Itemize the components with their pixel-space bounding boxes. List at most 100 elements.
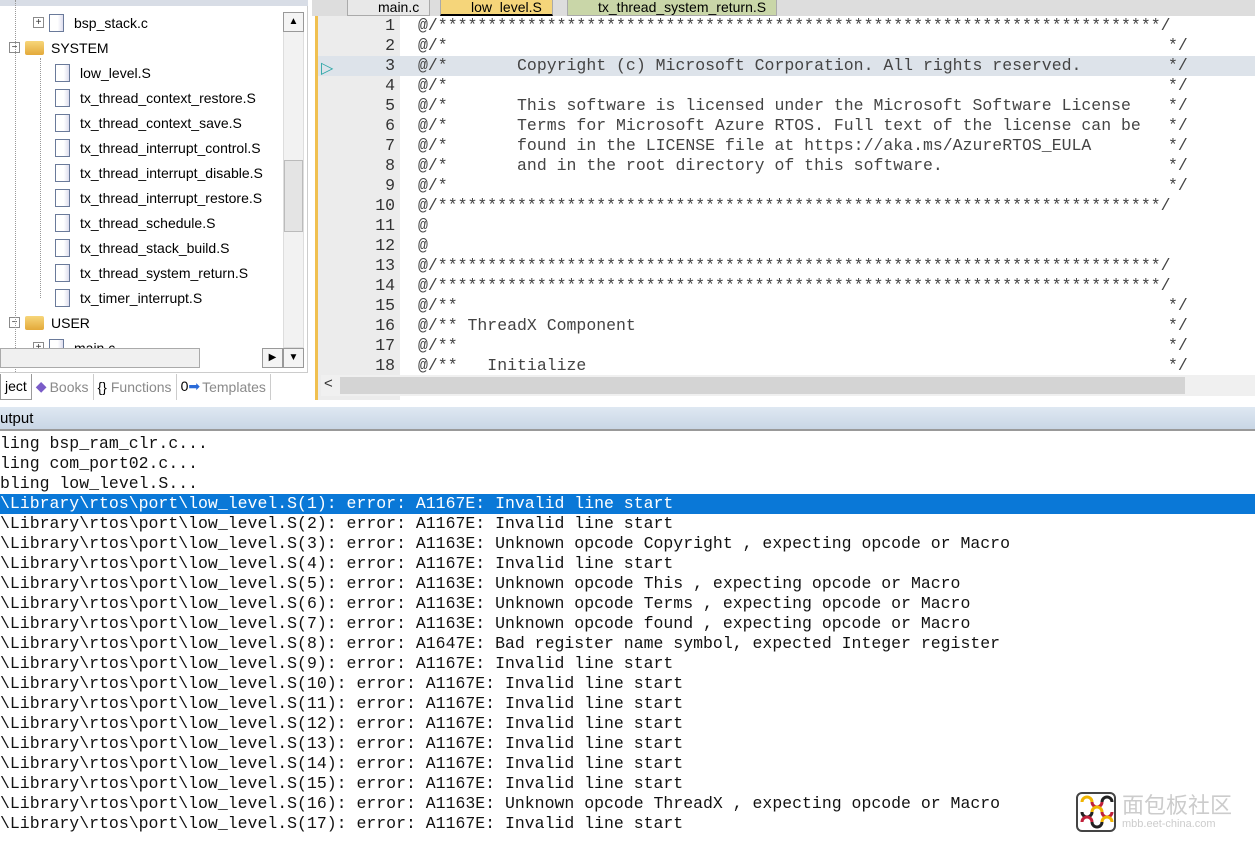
tab-main-c[interactable]: main.c [347, 0, 431, 16]
output-line[interactable]: \Library\rtos\port\low_level.S(3): error… [0, 534, 1255, 554]
output-line[interactable]: \Library\rtos\port\low_level.S(11): erro… [0, 694, 1255, 714]
books-icon: ◆ [35, 378, 47, 394]
output-line[interactable]: \Library\rtos\port\low_level.S(5): error… [0, 574, 1255, 594]
scroll-right-button[interactable]: ▶ [262, 348, 283, 368]
tree-item[interactable]: − USER [9, 310, 90, 335]
code-line[interactable]: 16 @/** ThreadX Component */ [318, 316, 1255, 336]
tree-item-label: tx_thread_system_return.S [80, 264, 249, 281]
tab-label: ject [5, 378, 27, 394]
comment-end: */ [1168, 156, 1188, 175]
code-line[interactable]: 6 @/* Terms for Microsoft Azure RTOS. Ful… [318, 116, 1255, 136]
comment-end: */ [1168, 96, 1188, 115]
output-line[interactable]: \Library\rtos\port\low_level.S(10): erro… [0, 674, 1255, 694]
editor-scroll-thumb[interactable] [340, 377, 1185, 394]
output-line[interactable]: \Library\rtos\port\low_level.S(6): error… [0, 594, 1255, 614]
file-icon [55, 213, 70, 232]
output-line[interactable]: \Library\rtos\port\low_level.S(8): error… [0, 634, 1255, 654]
templates-icon: 0➡ [180, 378, 201, 394]
tree-item-label: bsp_stack.c [74, 14, 148, 31]
output-line[interactable]: \Library\rtos\port\low_level.S(14): erro… [0, 754, 1255, 774]
tab-label: main.c [378, 0, 420, 15]
tree-horizontal-scrollbar[interactable] [0, 348, 200, 368]
tree-item[interactable]: tx_thread_context_restore.S [55, 85, 256, 110]
tree-item[interactable]: + bsp_stack.c [33, 10, 148, 35]
code-line[interactable]: 9 @/* */ [318, 176, 1255, 196]
tab-tx-thread-system-return-s[interactable]: tx_thread_system_return.S [567, 0, 778, 16]
scroll-up-button[interactable]: ▲ [283, 12, 304, 32]
code-text: @/* [418, 76, 448, 95]
tree-item-label: tx_timer_interrupt.S [80, 289, 203, 306]
comment-end: */ [1168, 356, 1188, 375]
code-line[interactable]: 10 @/************************************… [318, 196, 1255, 216]
tree-scroll-thumb[interactable] [284, 160, 303, 232]
output-line[interactable]: \Library\rtos\port\low_level.S(2): error… [0, 514, 1255, 534]
code-line[interactable]: 15 @/** */ [318, 296, 1255, 316]
tab-books[interactable]: ◆ Books [32, 373, 94, 400]
line-number: 1 [385, 16, 395, 35]
tree-item[interactable]: tx_thread_schedule.S [55, 210, 215, 235]
watermark-logo: 面包板社区 mbb.eet-china.com [1076, 788, 1246, 836]
line-number: 15 [375, 296, 395, 315]
output-line[interactable]: \Library\rtos\port\low_level.S(4): error… [0, 554, 1255, 574]
tree-item-label: low_level.S [80, 64, 151, 81]
output-line[interactable]: \Library\rtos\port\low_level.S(16): erro… [0, 794, 1255, 814]
output-line[interactable]: \Library\rtos\port\low_level.S(13): erro… [0, 734, 1255, 754]
tree-item[interactable]: tx_thread_interrupt_restore.S [55, 185, 262, 210]
tab-low-level-s[interactable]: low_level.S [440, 0, 553, 16]
build-output[interactable]: ling bsp_ram_clr.c... ling com_port02.c..… [0, 434, 1255, 842]
code-line[interactable]: 5 @/* This software is licensed under the… [318, 96, 1255, 116]
line-number: 8 [385, 156, 395, 175]
file-icon [55, 238, 70, 257]
expand-icon[interactable]: + [33, 17, 44, 28]
output-line[interactable]: \Library\rtos\port\low_level.S(1): error… [0, 494, 1255, 514]
output-line[interactable]: \Library\rtos\port\low_level.S(7): error… [0, 614, 1255, 634]
line-number: 12 [375, 236, 395, 255]
scroll-left-button[interactable]: < [324, 375, 333, 392]
tree-item[interactable]: tx_thread_stack_build.S [55, 235, 229, 260]
comment-end: */ [1168, 296, 1188, 315]
code-text: @/* This software is licensed under the … [418, 96, 1131, 115]
code-line[interactable]: 18 @/** Initialize */ [318, 356, 1255, 376]
tree-item[interactable]: tx_thread_system_return.S [55, 260, 248, 285]
line-number: 16 [375, 316, 395, 335]
output-line[interactable]: \Library\rtos\port\low_level.S(15): erro… [0, 774, 1255, 794]
tab-label: Books [49, 378, 89, 395]
code-line[interactable]: 4 @/* */ [318, 76, 1255, 96]
output-line[interactable]: \Library\rtos\port\low_level.S(17): erro… [0, 814, 1255, 834]
code-line[interactable]: 1 @/*************************************… [318, 16, 1255, 36]
code-line[interactable]: 17 @/** */ [318, 336, 1255, 356]
output-line[interactable]: bling low_level.S... [0, 474, 1255, 494]
code-line[interactable]: 14 @/************************************… [318, 276, 1255, 296]
comment-end: */ [1168, 36, 1188, 55]
code-line[interactable]: 3 @/* Copyright (c) Microsoft Corporation… [318, 56, 1255, 76]
tree-item[interactable]: tx_thread_context_save.S [55, 110, 242, 135]
code-line[interactable]: 7 @/* found in the LICENSE file at https:… [318, 136, 1255, 156]
code-line[interactable]: 11 @ [318, 216, 1255, 236]
tab-functions[interactable]: {} Functions [94, 373, 177, 400]
functions-icon: {} [97, 378, 107, 395]
tree-item[interactable]: tx_thread_interrupt_disable.S [55, 160, 263, 185]
current-line-marker-icon: ▷ [321, 60, 334, 77]
scroll-down-button[interactable]: ▼ [283, 348, 304, 368]
tree-item[interactable]: tx_timer_interrupt.S [55, 285, 202, 310]
code-text: @/**************************************… [418, 256, 1171, 275]
tree-item[interactable]: tx_thread_interrupt_control.S [55, 135, 261, 160]
tree-item[interactable]: low_level.S [55, 60, 151, 85]
output-line[interactable]: \Library\rtos\port\low_level.S(9): error… [0, 654, 1255, 674]
code-editor[interactable]: 1 @/*************************************… [315, 16, 1255, 400]
output-line[interactable]: ling com_port02.c... [0, 454, 1255, 474]
tab-project[interactable]: ject [0, 373, 32, 400]
output-line[interactable]: ling bsp_ram_clr.c... [0, 434, 1255, 454]
code-line[interactable]: 2 @/* */ [318, 36, 1255, 56]
tree-item-label: SYSTEM [51, 39, 109, 56]
code-line[interactable]: 13 @/************************************… [318, 256, 1255, 276]
code-text: @/** Initialize [418, 356, 587, 375]
line-number: 9 [385, 176, 395, 195]
code-line[interactable]: 12 @ [318, 236, 1255, 256]
tab-templates[interactable]: 0➡ Templates [177, 373, 271, 400]
code-text: @/* and in the root directory of this so… [418, 156, 943, 175]
comment-end: */ [1168, 76, 1188, 95]
tree-item[interactable]: − SYSTEM [9, 35, 109, 60]
output-line[interactable]: \Library\rtos\port\low_level.S(12): erro… [0, 714, 1255, 734]
code-line[interactable]: 8 @/* and in the root directory of this s… [318, 156, 1255, 176]
